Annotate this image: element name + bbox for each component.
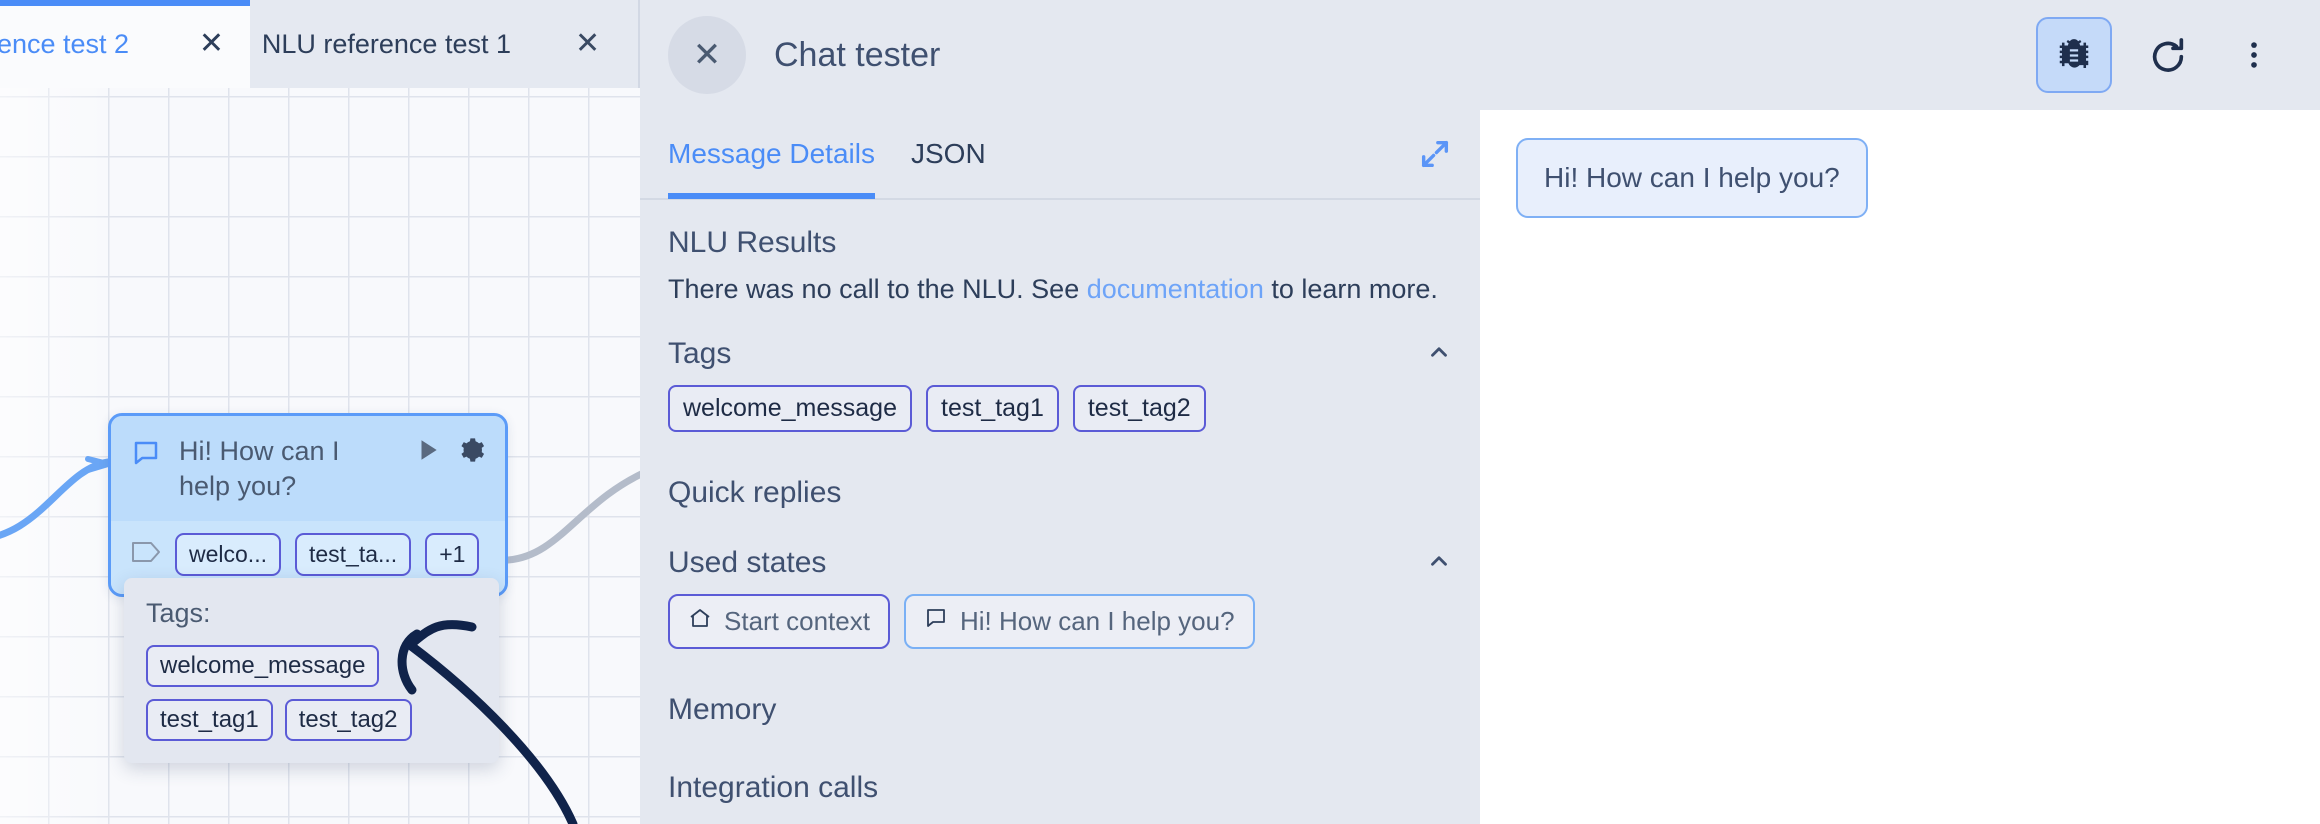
message-details-panel: ✕ Chat tester Message Details JSON NLU R… [640,0,1480,824]
section-quick-replies: Quick replies [668,454,1452,532]
message-bubble-icon [924,606,948,637]
tag-chip-1[interactable]: test_tag1 [926,385,1059,432]
chat-message-list: Hi! How can I help you? [1480,110,2320,824]
canvas-tab-1-label: NLU reference test 1 [261,28,511,59]
flow-node-header: Hi! How can I help you? [111,416,505,522]
tooltip-tag-0: welcome_message [146,645,380,687]
close-icon[interactable]: ✕ [199,29,224,59]
canvas-tab-1[interactable]: NLU reference test 1 ✕ [250,0,640,88]
panel-tab-bar[interactable]: Message Details JSON [640,110,1480,200]
documentation-link[interactable]: documentation [1087,274,1264,304]
flow-node-chip-2[interactable]: +1 [425,533,480,577]
close-icon[interactable]: ✕ [575,29,600,59]
section-used-states-title: Used states [668,546,827,579]
panel-header: ✕ Chat tester [640,0,1480,110]
chevron-up-icon[interactable] [1426,339,1452,370]
nlu-note-prefix: There was no call to the NLU. See [668,274,1087,304]
home-icon [688,606,712,637]
section-tags-title: Tags [668,337,732,370]
section-nlu-title: NLU Results [668,226,837,259]
used-state-message[interactable]: Hi! How can I help you? [903,594,1255,649]
section-used-states: Used states Start context Hi! How can I [668,532,1452,671]
chat-toolbar [1480,0,2320,110]
section-memory-title: Memory [668,693,777,726]
used-state-start-context[interactable]: Start context [668,594,890,649]
section-tags-head[interactable]: Tags [668,323,1452,381]
chat-bubble-bot: Hi! How can I help you? [1516,138,1868,218]
section-memory: Memory [668,671,1452,749]
gear-icon[interactable] [457,436,485,469]
tag-icon [131,540,161,569]
tab-message-details-label: Message Details [668,138,875,169]
tab-json-label: JSON [910,138,986,169]
flow-node-actions[interactable] [415,436,485,469]
tags-tooltip: Tags: welcome_message test_tag1 test_tag… [124,578,499,763]
flow-node-message[interactable]: Hi! How can I help you? welco... test_ta… [108,413,508,598]
canvas-tab-bar[interactable]: rence test 2 ✕ NLU reference test 1 ✕ [0,0,640,88]
section-nlu-results: NLU Results There was no call to the NLU… [668,226,1452,323]
flow-canvas[interactable]: rence test 2 ✕ NLU reference test 1 ✕ Hi… [0,0,640,824]
tags-chip-row: welcome_message test_tag1 test_tag2 [668,381,1452,454]
message-bubble-icon [131,438,161,473]
tooltip-tag-row: test_tag1 test_tag2 [146,699,477,741]
nlu-note-suffix: to learn more. [1263,274,1438,304]
tag-chip-2[interactable]: test_tag2 [1072,385,1206,432]
more-vertical-icon[interactable] [2224,25,2284,85]
panel-body: NLU Results There was no call to the NLU… [640,200,1480,824]
canvas-tab-0[interactable]: rence test 2 ✕ [0,0,250,88]
tag-chip-0[interactable]: welcome_message [668,385,912,432]
chat-tester-panel: Hi! How can I help you? [1480,0,2320,824]
chevron-up-icon[interactable] [1426,548,1452,579]
section-used-states-head[interactable]: Used states [668,532,1452,590]
section-nlu-note: There was no call to the NLU. See docume… [668,260,1452,323]
flow-node-chip-0[interactable]: welco... [175,533,281,577]
tab-json[interactable]: JSON [911,109,986,199]
flow-node-text: Hi! How can I help you? [179,436,340,501]
canvas-tab-0-label: rence test 2 [0,28,130,59]
page-title: Chat tester [774,35,941,74]
expand-diagonal-icon[interactable] [1418,137,1452,171]
bug-icon[interactable] [2036,17,2112,93]
section-quick-replies-title: Quick replies [668,476,842,509]
section-tags: Tags welcome_message test_tag1 test_tag2 [668,323,1452,454]
tooltip-tag-row: welcome_message [146,645,477,687]
tab-message-details[interactable]: Message Details [668,109,875,199]
tooltip-tag-1: test_tag1 [146,699,273,741]
section-integration-calls: Integration calls [668,749,1452,824]
close-icon[interactable]: ✕ [668,16,746,94]
used-state-label: Hi! How can I help you? [959,606,1235,636]
section-integration-calls-title: Integration calls [668,771,879,804]
tooltip-title: Tags: [146,598,211,628]
tooltip-tag-2: test_tag2 [284,699,412,741]
refresh-icon[interactable] [2138,25,2198,85]
used-state-label: Start context [724,606,870,636]
flow-node-chip-1[interactable]: test_ta... [294,533,412,577]
play-icon[interactable] [415,437,441,468]
used-states-chip-row: Start context Hi! How can I help you? [668,590,1452,671]
